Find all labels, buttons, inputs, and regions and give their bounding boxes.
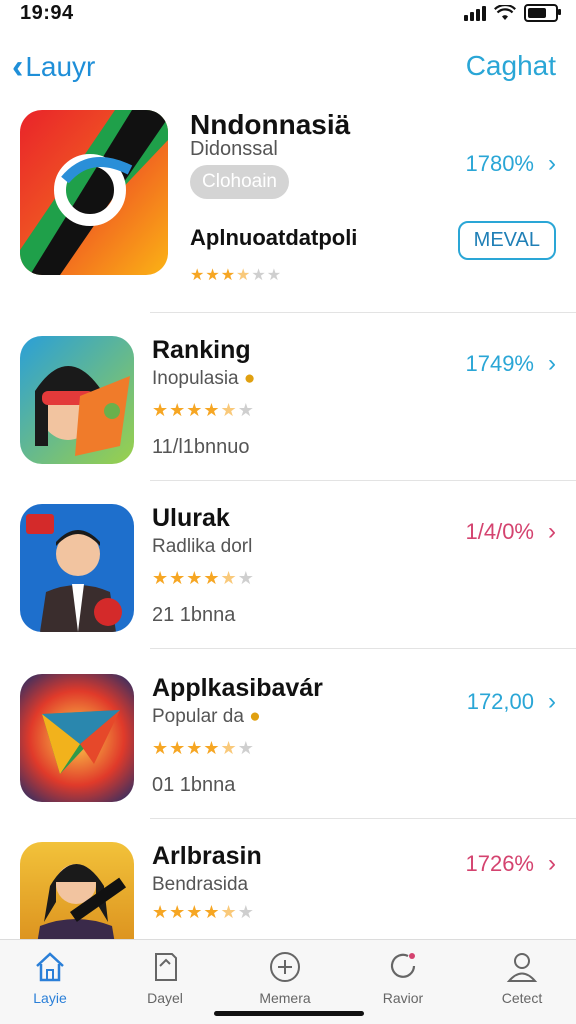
home-icon	[36, 952, 64, 982]
app-count: 01 1bnna	[152, 774, 236, 796]
app-icon	[20, 336, 134, 464]
app-subtitle: Popular da ●	[152, 706, 261, 727]
category-pill[interactable]: Clohoain	[190, 165, 289, 199]
app-price: 1726%	[465, 851, 534, 876]
badge-icon: ●	[249, 706, 261, 727]
document-icon	[155, 953, 177, 981]
app-price: 1/4/0%	[465, 519, 535, 544]
app-count: 11/l1bnnuo	[152, 436, 250, 458]
tab-label: Layie	[33, 990, 67, 1006]
chevron-right-icon: ›	[548, 350, 556, 377]
badge-icon: ●	[243, 368, 256, 389]
tab-label: Ravior	[382, 990, 424, 1006]
featured-description: Aplnuoatdatpoli	[190, 225, 358, 250]
app-subtitle: Inopulasia ●	[152, 368, 256, 389]
status-bar: 19:94	[0, 0, 576, 30]
nav-right-button[interactable]: Caghat	[466, 50, 556, 82]
app-icon	[20, 674, 134, 802]
featured-app[interactable]: Nndonnasiä Didonssal Clohoain Aplnuoatda…	[0, 105, 576, 315]
chevron-right-icon: ›	[548, 850, 556, 877]
app-price: 172,00	[466, 689, 534, 714]
tab-account[interactable]: Cetect	[472, 950, 572, 1006]
tab-bar: Layie Dayel Memera Ravior Cetect	[0, 939, 576, 1024]
list-item[interactable]: Ranking Inopulasia ● ★★★★★★ 11/l1bnnuo 1…	[0, 330, 576, 480]
list-item[interactable]: Arlbrasin Bendrasida ★★★★★★ 1726% ›	[0, 838, 576, 962]
list-item[interactable]: Ulurak Radlika dorl ★★★★★★ 21 1bnna 1/4/…	[0, 498, 576, 648]
nav-bar: ‹ Lauyr Caghat	[0, 40, 576, 96]
app-title: Applkasibavár	[152, 674, 323, 702]
featured-price: 1780%	[465, 151, 534, 176]
featured-subtitle: Didonssal	[190, 138, 278, 160]
home-indicator	[214, 1011, 364, 1016]
battery-icon	[524, 4, 561, 22]
featured-app-icon	[20, 110, 168, 275]
chevron-right-icon: ›	[548, 150, 556, 177]
tab-label: Cetect	[501, 990, 543, 1006]
chevron-right-icon: ›	[548, 518, 556, 545]
featured-rating: ★★★★★★	[190, 267, 283, 284]
tab-today[interactable]: Dayel	[115, 950, 215, 1006]
signal-icon	[464, 5, 486, 21]
list-item[interactable]: Applkasibavár Popular da ● ★★★★★★ 01 1bn…	[0, 668, 576, 818]
back-label: Lauyr	[25, 51, 96, 82]
tab-review[interactable]: Ravior	[353, 950, 453, 1006]
app-title: Ulurak	[152, 504, 230, 532]
refresh-icon	[390, 953, 416, 978]
app-price-link[interactable]: 1749% ›	[465, 350, 556, 378]
tab-add[interactable]: Memera	[235, 950, 335, 1006]
chevron-left-icon: ‹	[12, 48, 24, 86]
tab-home[interactable]: Layie	[0, 950, 100, 1006]
app-icon	[20, 504, 134, 632]
app-title: Arlbrasin	[152, 842, 262, 870]
chevron-right-icon: ›	[548, 688, 556, 715]
plus-circle-icon	[270, 952, 300, 982]
tab-label: Memera	[259, 990, 311, 1006]
status-time: 19:94	[20, 2, 74, 24]
app-price-link[interactable]: 172,00 ›	[467, 688, 556, 716]
app-count: 21 1bnna	[152, 604, 236, 626]
person-icon	[506, 953, 538, 982]
back-button[interactable]: ‹ Lauyr	[12, 50, 95, 84]
wifi-icon	[494, 5, 516, 20]
app-price-link[interactable]: 1/4/0% ›	[466, 518, 557, 546]
app-rating: ★★★★★★	[152, 738, 255, 758]
featured-price-link[interactable]: 1780% ›	[465, 150, 556, 178]
app-rating: ★★★★★★	[152, 400, 255, 420]
app-rating: ★★★★★★	[152, 568, 255, 588]
app-price: 1749%	[465, 351, 534, 376]
app-title: Ranking	[152, 336, 251, 364]
app-rating: ★★★★★★	[152, 902, 255, 922]
app-subtitle: Radlika dorl	[152, 536, 253, 557]
tab-label: Dayel	[147, 990, 183, 1006]
app-subtitle: Bendrasida	[152, 874, 249, 895]
get-button[interactable]: MEVAL	[457, 221, 556, 260]
app-price-link[interactable]: 1726% ›	[465, 850, 556, 878]
featured-title: Nndonnasiä	[190, 109, 351, 140]
